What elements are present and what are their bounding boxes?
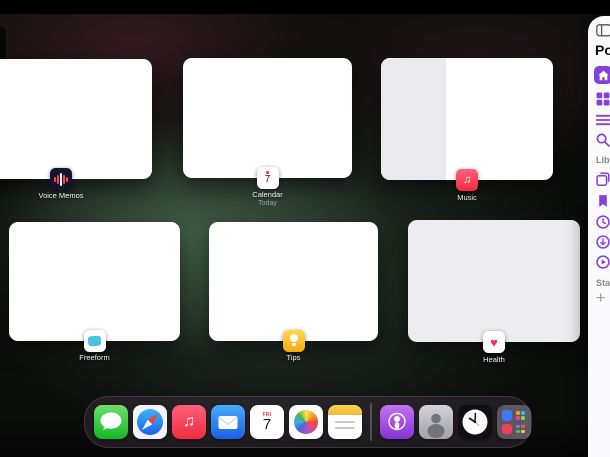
dock: ♫ FRI 7 xyxy=(84,396,532,448)
podcasts-glyph-icon xyxy=(380,405,414,439)
calendar-app-icon[interactable]: FRI 7 xyxy=(250,405,284,439)
calendar-day: 7 xyxy=(263,418,271,432)
heart-icon: ♥ xyxy=(483,331,505,353)
envelope-icon xyxy=(211,405,245,439)
contacts-app-icon[interactable] xyxy=(419,405,453,439)
mail-app-icon[interactable] xyxy=(211,405,245,439)
podcasts-sidebar: Po Lib xyxy=(588,16,610,457)
sidebar-item-latest-episodes[interactable] xyxy=(596,255,610,269)
sidebar-section-library: Lib xyxy=(596,155,610,165)
window-label: Health xyxy=(363,355,610,364)
sidebar-app-title: Po xyxy=(595,42,610,58)
person-icon xyxy=(419,405,453,439)
window-voice-memos[interactable]: Voice Memos xyxy=(0,59,152,204)
music-note-glyph: ♫ xyxy=(456,169,478,191)
music-thumbnail xyxy=(381,58,553,180)
voice-memos-icon xyxy=(50,168,72,190)
health-thumbnail xyxy=(408,220,580,342)
app-library-grid xyxy=(502,410,526,434)
sidebar-item-top-charts[interactable] xyxy=(596,113,610,127)
sidebar-add-station-button[interactable]: + xyxy=(596,292,605,306)
sidebar-item-downloaded[interactable] xyxy=(596,235,610,249)
window-tips[interactable]: Tips xyxy=(209,222,378,372)
tips-icon xyxy=(283,330,305,352)
calendar-thumbnail xyxy=(183,58,352,178)
clock-face-icon xyxy=(458,405,492,439)
health-icon: ♥ xyxy=(483,331,505,353)
music-note-glyph: ♫ xyxy=(172,405,206,439)
tips-thumbnail xyxy=(209,222,378,341)
freeform-shape xyxy=(88,336,102,347)
status-bar xyxy=(0,0,610,14)
safari-app-icon[interactable] xyxy=(133,405,167,439)
lightbulb-icon xyxy=(290,334,298,342)
calendar-icon-day: 7 xyxy=(265,175,271,185)
clock-app-icon[interactable] xyxy=(458,405,492,439)
window-label: Music xyxy=(336,193,598,202)
freeform-icon xyxy=(84,330,106,352)
home-icon xyxy=(598,70,609,81)
notes-app-icon[interactable] xyxy=(328,405,362,439)
chat-bubble-icon xyxy=(94,405,128,439)
sidebar-item-search[interactable] xyxy=(596,133,610,147)
music-thumbnail-sidebar xyxy=(381,58,446,180)
window-calendar[interactable]: 7 Calendar Today xyxy=(183,58,352,208)
freeform-thumbnail xyxy=(9,222,180,341)
sidebar-item-recently-played[interactable] xyxy=(596,215,610,229)
sidebar-item-shows[interactable] xyxy=(596,172,610,186)
sidebar-item-home[interactable] xyxy=(594,66,610,84)
compass-icon xyxy=(133,405,167,439)
photos-app-icon[interactable] xyxy=(289,405,323,439)
podcasts-app-icon[interactable] xyxy=(380,405,414,439)
voice-memos-thumbnail xyxy=(0,59,152,179)
app-expose-background[interactable]: Voice Memos 7 Calendar Today ♫ Music Fre… xyxy=(0,0,610,457)
sidebar-toggle-icon[interactable] xyxy=(596,24,610,37)
sidebar-item-saved[interactable] xyxy=(596,194,610,208)
dock-divider xyxy=(370,403,372,441)
sidebar-item-browse[interactable] xyxy=(596,92,610,106)
app-library-icon[interactable] xyxy=(497,405,531,439)
notes-header-strip xyxy=(328,405,362,415)
music-icon: ♫ xyxy=(456,169,478,191)
music-app-icon[interactable]: ♫ xyxy=(172,405,206,439)
window-health[interactable]: ♥ Health xyxy=(408,220,580,370)
photos-flower-icon xyxy=(294,410,318,434)
window-music[interactable]: ♫ Music xyxy=(381,58,553,208)
sidebar-section-stations: Sta xyxy=(596,278,610,288)
messages-app-icon[interactable] xyxy=(94,405,128,439)
window-freeform[interactable]: Freeform xyxy=(9,222,180,372)
calendar-icon: 7 xyxy=(257,167,279,189)
